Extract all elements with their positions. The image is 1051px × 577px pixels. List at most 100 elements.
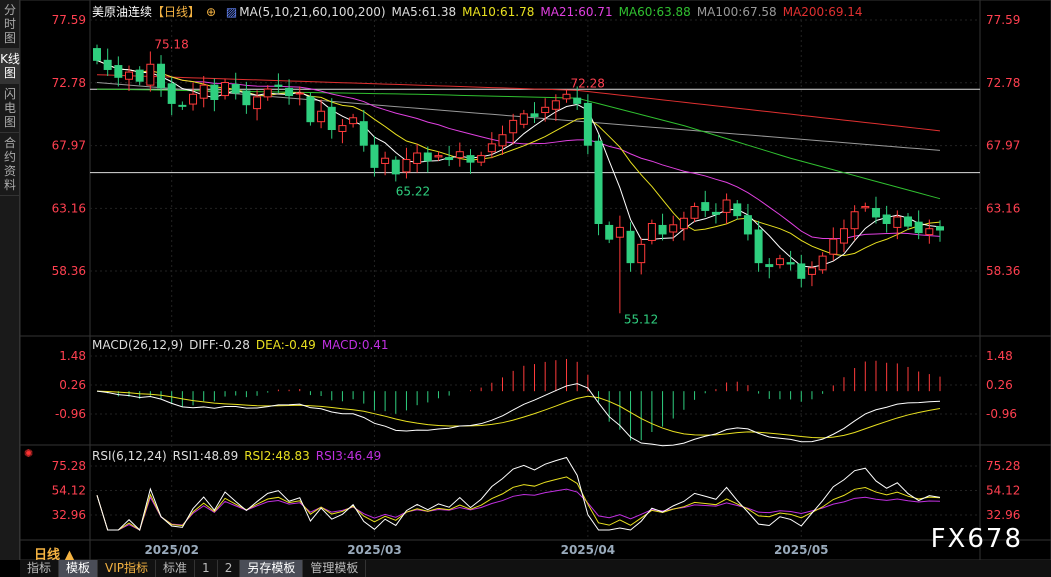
- macd-dea: DEA:-0.49: [255, 338, 316, 352]
- candle-body: [775, 258, 784, 266]
- candle-body: [498, 134, 507, 147]
- rsi-tick-right: 54.12: [986, 484, 1020, 498]
- bottom-tabs: 指标 模板 VIP指标 标准 1 2 另存模板 管理模板: [20, 560, 1051, 577]
- candle-body: [722, 199, 731, 213]
- ma-chart-icon[interactable]: ▨: [226, 5, 237, 19]
- candle-body: [690, 206, 699, 219]
- rsi-tick-left: 54.12: [52, 484, 86, 498]
- candle-body: [263, 88, 272, 98]
- candle-body: [370, 144, 379, 168]
- macd-tick-left: -0.96: [55, 407, 86, 421]
- candle-body: [295, 92, 304, 95]
- macd-tick-right: 1.48: [986, 349, 1013, 363]
- candle-body: [807, 267, 816, 275]
- candle-body: [936, 226, 944, 231]
- candle-body: [199, 84, 208, 99]
- date-label: 2025/05: [774, 543, 828, 557]
- price-tick-right: 72.78: [986, 76, 1020, 90]
- date-label: 2025/03: [347, 543, 401, 557]
- period-tag: 【日线】: [152, 5, 201, 19]
- candle-body: [573, 97, 582, 104]
- price-tick-right: 67.97: [986, 139, 1020, 153]
- candle-body: [327, 106, 336, 131]
- fx678-logo: FX678: [930, 524, 1023, 554]
- main-legend: 美原油连续【日线】 ⊕ ▨ MA(5,10,21,60,100,200) MA5:61…: [92, 3, 869, 20]
- candle-body: [701, 202, 710, 211]
- candle-body: [850, 211, 859, 230]
- rsi-settings-icon[interactable]: ✺: [24, 447, 33, 460]
- candle-body: [114, 65, 123, 78]
- candle-body: [882, 214, 891, 224]
- date-label: 2025/02: [144, 543, 198, 557]
- candle-body: [711, 211, 720, 215]
- bottom-tab-6[interactable]: 另存模板: [240, 560, 304, 577]
- candle-body: [349, 117, 358, 125]
- candle-body: [125, 71, 134, 80]
- rsi-tick-left: 75.28: [52, 459, 86, 473]
- rsi3-value: RSI3:46.49: [315, 449, 382, 463]
- symbol-name: 美原油连续: [92, 5, 153, 19]
- candle-body: [306, 96, 315, 123]
- candle-body: [861, 206, 870, 209]
- rsi-legend: RSI(6,12,24) RSI1:48.89 RSI2:48.83 RSI3:46.…: [92, 449, 387, 463]
- candle-body: [135, 69, 144, 82]
- candle-body: [359, 121, 368, 146]
- candle-body: [93, 48, 101, 61]
- candle-body: [871, 207, 880, 218]
- candle-body: [338, 125, 347, 132]
- crosshair-icon[interactable]: ⊕: [206, 5, 216, 19]
- rsi-tick-left: 32.96: [52, 508, 86, 522]
- candle-body: [733, 203, 742, 217]
- candle-body: [925, 228, 934, 236]
- ma200-value: MA200:69.14: [782, 5, 863, 19]
- candle-body: [583, 102, 592, 146]
- macd-tick-left: 1.48: [59, 349, 86, 363]
- price-tick-right: 77.59: [986, 13, 1020, 27]
- candle-body: [434, 155, 443, 158]
- candle-body: [893, 216, 902, 228]
- candle-body: [178, 104, 187, 107]
- chart-canvas[interactable]: 77.59 77.59 72.78 72.78 67.97 67.97 63.16 63.16…: [0, 0, 1051, 560]
- candle-body: [167, 83, 176, 104]
- low-annotation-2: 55.12: [624, 312, 658, 326]
- candle-body: [743, 215, 752, 235]
- candle-body: [914, 221, 923, 234]
- candle-body: [626, 230, 635, 264]
- candle-body: [765, 264, 774, 268]
- bottom-tab-3[interactable]: 标准: [156, 560, 196, 577]
- macd-legend: MACD(26,12,9) DIFF:-0.28 DEA:-0.49 MACD:0.4…: [92, 338, 395, 352]
- candle-body: [285, 87, 294, 97]
- macd-diff: DIFF:-0.28: [189, 338, 250, 352]
- candle-body: [487, 143, 496, 153]
- bottom-tab-5[interactable]: 2: [218, 560, 241, 577]
- dea-line: [96, 390, 941, 439]
- candle-body: [541, 106, 550, 114]
- bottom-tab-2[interactable]: VIP指标: [98, 560, 157, 577]
- macd-value: MACD:0.41: [321, 338, 389, 352]
- candle-body: [605, 224, 614, 240]
- bottom-tab-4[interactable]: 1: [195, 560, 218, 577]
- price-tick-left: 67.97: [52, 139, 86, 153]
- candle-body: [391, 159, 400, 175]
- bottom-tab-7[interactable]: 管理模板: [303, 560, 367, 577]
- candle-body: [466, 155, 475, 163]
- candle-body: [189, 93, 198, 105]
- candle-body: [509, 119, 518, 134]
- bottom-tab-1[interactable]: 模板: [59, 560, 99, 577]
- candle-body: [562, 93, 571, 100]
- candle-body: [146, 63, 155, 86]
- candle-body: [381, 157, 390, 164]
- ma10-value: MA10:61.78: [462, 5, 535, 19]
- candle-body: [231, 83, 240, 94]
- candle-body: [221, 82, 230, 97]
- candle-body: [786, 262, 795, 265]
- macd-tick-right: 0.26: [986, 378, 1013, 392]
- price-tick-left: 58.36: [52, 264, 86, 278]
- candle-body: [455, 151, 464, 159]
- price-tick-left: 77.59: [52, 13, 86, 27]
- bottom-tab-0[interactable]: 指标: [20, 560, 60, 577]
- candle-body: [477, 155, 486, 163]
- rsi-label: RSI(6,12,24): [92, 449, 167, 463]
- low-annotation-1: 65.22: [396, 184, 430, 198]
- candle-body: [903, 216, 912, 227]
